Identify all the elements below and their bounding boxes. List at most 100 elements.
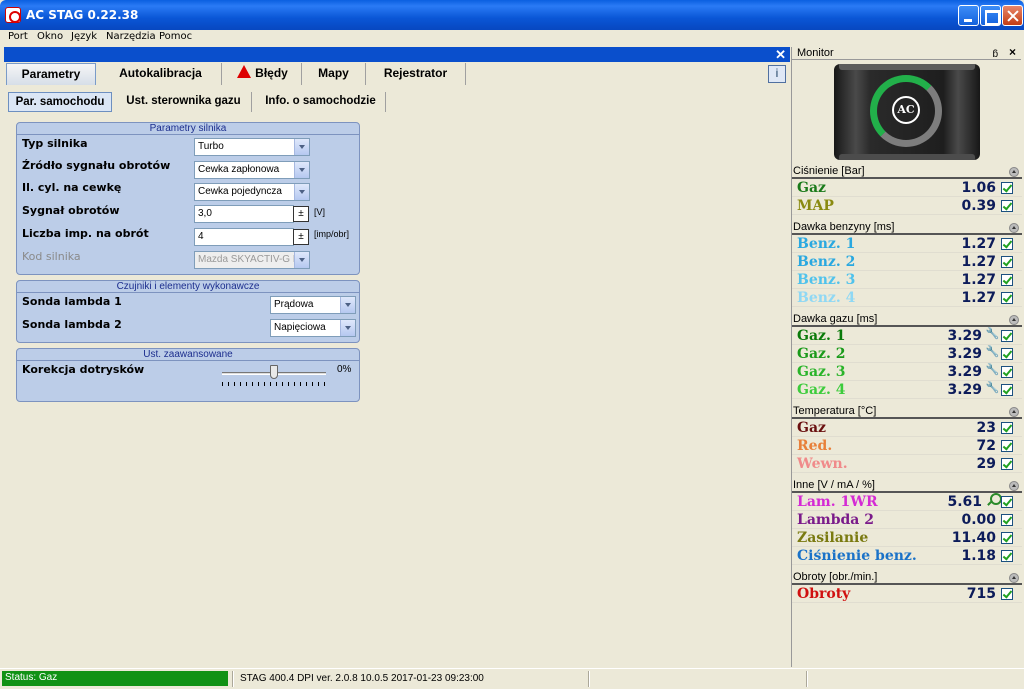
pulses-per-rev-input[interactable]: 4: [194, 228, 294, 246]
row-label: Benz. 1: [797, 236, 856, 252]
subtab-par-samochodu[interactable]: Par. samochodu: [8, 92, 112, 112]
close-icon[interactable]: ✕: [775, 47, 786, 63]
row-value: 3.29: [947, 346, 982, 362]
row-checkbox[interactable]: [1001, 366, 1013, 378]
tab-bledy[interactable]: Błędy: [224, 63, 302, 85]
menu-okno[interactable]: Okno: [37, 31, 63, 42]
maximize-button[interactable]: [980, 5, 1001, 26]
status-info: STAG 400.4 DPI ver. 2.0.8 10.0.5 2017-01…: [240, 673, 484, 684]
advanced-group: Ust. zaawansowane Korekcja dotrysków 0%: [16, 348, 360, 402]
lambda2-select[interactable]: Napięciowa: [270, 319, 356, 337]
row-checkbox[interactable]: [1001, 514, 1013, 526]
app-icon[interactable]: [5, 7, 21, 23]
correction-slider-thumb[interactable]: [270, 365, 278, 379]
chevron-down-icon[interactable]: [340, 297, 355, 313]
pin-icon[interactable]: ᵷ: [992, 47, 998, 59]
monitor-row: Gaz 1.06: [792, 179, 1022, 197]
monitor-row: Gaz. 1 3.29 🔧: [792, 327, 1022, 345]
sensors-group: Czujniki i elementy wykonawcze Sonda lam…: [16, 280, 360, 343]
row-checkbox[interactable]: [1001, 422, 1013, 434]
row-value: 11.40: [951, 530, 996, 546]
row-value: 29: [976, 456, 996, 472]
chevron-down-icon[interactable]: [294, 162, 309, 178]
monitor-header: Monitor ᵷ ×: [792, 46, 1021, 60]
help-icon[interactable]: i: [768, 65, 786, 83]
injector-icon[interactable]: 🔧: [985, 346, 1000, 360]
cyl-per-coil-select[interactable]: Cewka pojedyncza: [194, 183, 310, 201]
row-value: 1.27: [961, 254, 996, 270]
spin-icon[interactable]: ±: [293, 229, 309, 245]
collapse-icon[interactable]: [1009, 407, 1019, 417]
monitor-row: Gaz. 3 3.29 🔧: [792, 363, 1022, 381]
device-top: [839, 64, 975, 70]
engine-code-select: Mazda SKYACTIV-G PY-: [194, 251, 310, 269]
window-title: AC STAG 0.22.38: [26, 8, 139, 22]
menu-jezyk[interactable]: Język: [71, 31, 97, 42]
monitor-section: Temperatura [°C] Gaz 23 Red. 72 Wewn. 29: [792, 405, 1022, 473]
lambda1-select[interactable]: Prądowa: [270, 296, 356, 314]
row-checkbox[interactable]: [1001, 348, 1013, 360]
row-checkbox[interactable]: [1001, 532, 1013, 544]
row-checkbox[interactable]: [1001, 496, 1013, 508]
select-value: Turbo: [198, 141, 224, 152]
chevron-down-icon[interactable]: [294, 139, 309, 155]
injector-icon[interactable]: 🔧: [985, 328, 1000, 342]
monitor-section: Ciśnienie [Bar] Gaz 1.06 MAP 0.39: [792, 165, 1022, 215]
tab-autokalibracja[interactable]: Autokalibracja: [100, 63, 222, 85]
monitor-row: Lambda 2 0.00: [792, 511, 1022, 529]
correction-value: 0%: [337, 364, 352, 375]
row-checkbox[interactable]: [1001, 274, 1013, 286]
title-bar[interactable]: AC STAG 0.22.38: [0, 0, 1024, 30]
row-checkbox[interactable]: [1001, 292, 1013, 304]
row-checkbox[interactable]: [1001, 550, 1013, 562]
section-title: Ciśnienie [Bar]: [792, 165, 1022, 179]
menu-port[interactable]: Port: [8, 31, 28, 42]
status-ring-icon: AC: [870, 75, 942, 147]
collapse-icon[interactable]: [1009, 167, 1019, 177]
zoom-icon[interactable]: [986, 493, 1002, 507]
close-window-button[interactable]: [1002, 5, 1023, 26]
row-checkbox[interactable]: [1001, 238, 1013, 250]
rpm-source-select[interactable]: Cewka zapłonowa: [194, 161, 310, 179]
injector-icon[interactable]: 🔧: [985, 382, 1000, 396]
injector-icon[interactable]: 🔧: [985, 364, 1000, 378]
field-label: Sonda lambda 1: [22, 295, 122, 308]
subtab-ust-sterownika[interactable]: Ust. sterownika gazu: [116, 92, 252, 112]
row-value: 23: [976, 420, 996, 436]
collapse-icon[interactable]: [1009, 481, 1019, 491]
row-label: Wewn.: [797, 456, 848, 472]
engine-type-select[interactable]: Turbo: [194, 138, 310, 156]
select-value: Napięciowa: [274, 322, 326, 333]
row-checkbox[interactable]: [1001, 200, 1013, 212]
spin-icon[interactable]: ±: [293, 206, 309, 222]
tab-mapy[interactable]: Mapy: [302, 63, 366, 85]
collapse-icon[interactable]: [1009, 573, 1019, 583]
row-checkbox[interactable]: [1001, 440, 1013, 452]
row-value: 3.29: [947, 364, 982, 380]
tab-rejestrator[interactable]: Rejestrator: [366, 63, 466, 85]
monitor-row: Gaz. 4 3.29 🔧: [792, 381, 1022, 399]
minimize-button[interactable]: [958, 5, 979, 26]
rpm-signal-input[interactable]: 3,0: [194, 205, 294, 223]
monitor-row: Gaz. 2 3.29 🔧: [792, 345, 1022, 363]
monitor-row: Obroty 715: [792, 585, 1022, 603]
tab-parametry[interactable]: Parametry: [6, 63, 96, 85]
close-icon[interactable]: ×: [1009, 46, 1016, 58]
row-checkbox[interactable]: [1001, 384, 1013, 396]
collapse-icon[interactable]: [1009, 315, 1019, 325]
row-checkbox[interactable]: [1001, 182, 1013, 194]
row-checkbox[interactable]: [1001, 588, 1013, 600]
collapse-icon[interactable]: [1009, 223, 1019, 233]
subtab-info-samochodzie[interactable]: Info. o samochodzie: [256, 92, 386, 112]
chevron-down-icon: [294, 252, 309, 268]
select-value: Cewka pojedyncza: [198, 186, 282, 197]
chevron-down-icon[interactable]: [294, 184, 309, 200]
group-title: Czujniki i elementy wykonawcze: [17, 281, 359, 293]
menu-narzedzia[interactable]: Narzędzia: [106, 31, 156, 42]
chevron-down-icon[interactable]: [340, 320, 355, 336]
row-checkbox[interactable]: [1001, 458, 1013, 470]
row-checkbox[interactable]: [1001, 256, 1013, 268]
device-bottom: [839, 154, 975, 160]
menu-pomoc[interactable]: Pomoc: [159, 31, 192, 42]
row-checkbox[interactable]: [1001, 330, 1013, 342]
